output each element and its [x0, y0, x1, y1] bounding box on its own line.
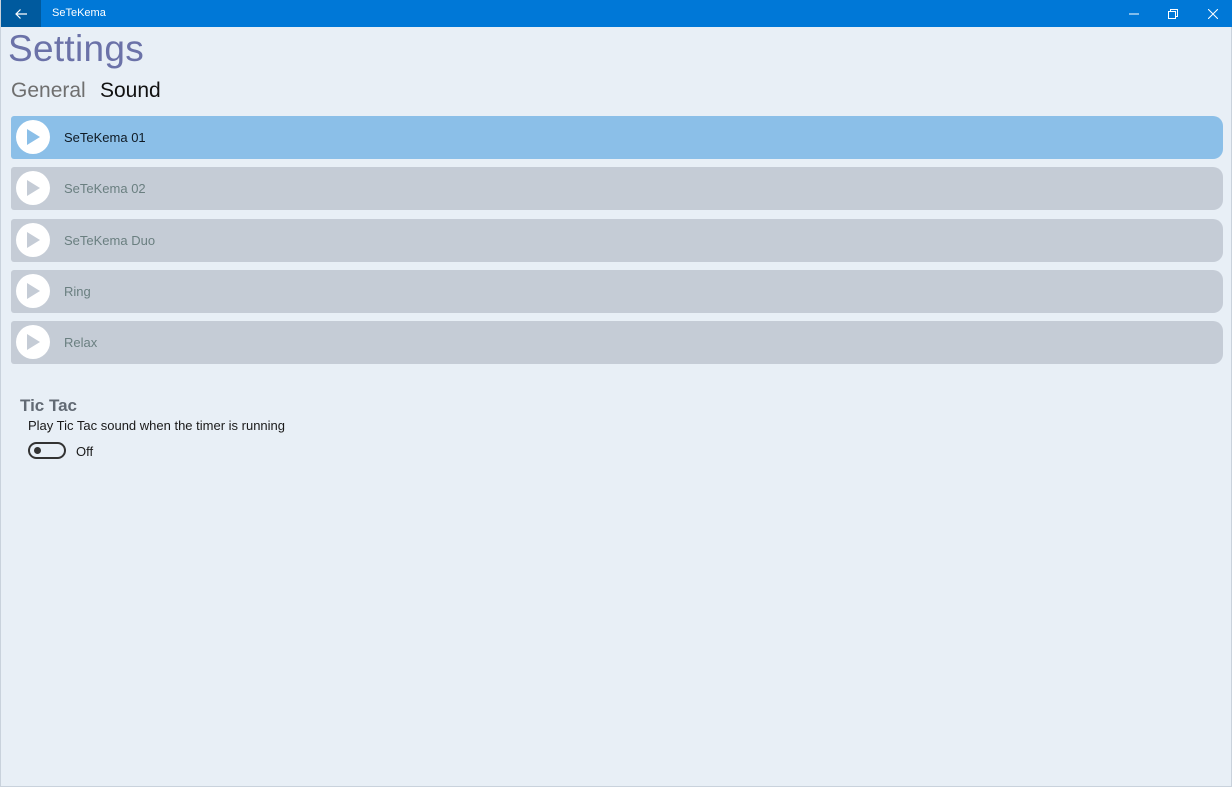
sound-item-setekema-01[interactable]: SeTeKema 01	[11, 116, 1223, 159]
sound-item-label: Relax	[64, 335, 98, 350]
tictac-toggle[interactable]	[28, 442, 66, 459]
title-bar: SeTeKema	[1, 0, 1232, 27]
back-button[interactable]	[1, 0, 41, 27]
close-button[interactable]	[1193, 0, 1232, 27]
tictac-title: Tic Tac	[20, 396, 78, 415]
page-title: Settings	[8, 28, 145, 69]
tab-general[interactable]: General	[11, 79, 86, 103]
tab-sound[interactable]: Sound	[100, 79, 161, 103]
play-icon	[27, 232, 40, 248]
toggle-knob	[34, 447, 41, 454]
tictac-description: Play Tic Tac sound when the timer is run…	[28, 418, 286, 433]
play-button[interactable]	[16, 325, 50, 359]
sound-item-setekema-02[interactable]: SeTeKema 02	[11, 167, 1223, 210]
arrow-left-icon	[15, 8, 27, 19]
play-button[interactable]	[16, 223, 50, 257]
play-button[interactable]	[16, 274, 50, 308]
play-icon	[27, 334, 40, 350]
sound-item-label: SeTeKema 01	[64, 130, 146, 145]
play-button[interactable]	[16, 120, 50, 154]
maximize-button[interactable]	[1153, 0, 1193, 27]
sound-item-relax[interactable]: Relax	[11, 321, 1223, 364]
close-icon	[1208, 8, 1218, 19]
play-icon	[27, 180, 40, 196]
sound-item-label: Ring	[64, 284, 91, 299]
play-icon	[27, 283, 40, 299]
sound-item-setekema-duo[interactable]: SeTeKema Duo	[11, 219, 1223, 262]
app-title: SeTeKema	[52, 7, 106, 19]
minimize-icon	[1129, 13, 1139, 14]
sound-item-ring[interactable]: Ring	[11, 270, 1223, 313]
minimize-button[interactable]	[1114, 0, 1154, 27]
play-icon	[27, 129, 40, 145]
restore-icon	[1168, 8, 1178, 19]
play-button[interactable]	[16, 171, 50, 205]
app-window: SeTeKema Settings General Sound SeTeKema	[0, 0, 1232, 787]
tictac-toggle-state: Off	[76, 444, 94, 459]
sound-item-label: SeTeKema 02	[64, 181, 146, 196]
sound-item-label: SeTeKema Duo	[64, 233, 156, 248]
